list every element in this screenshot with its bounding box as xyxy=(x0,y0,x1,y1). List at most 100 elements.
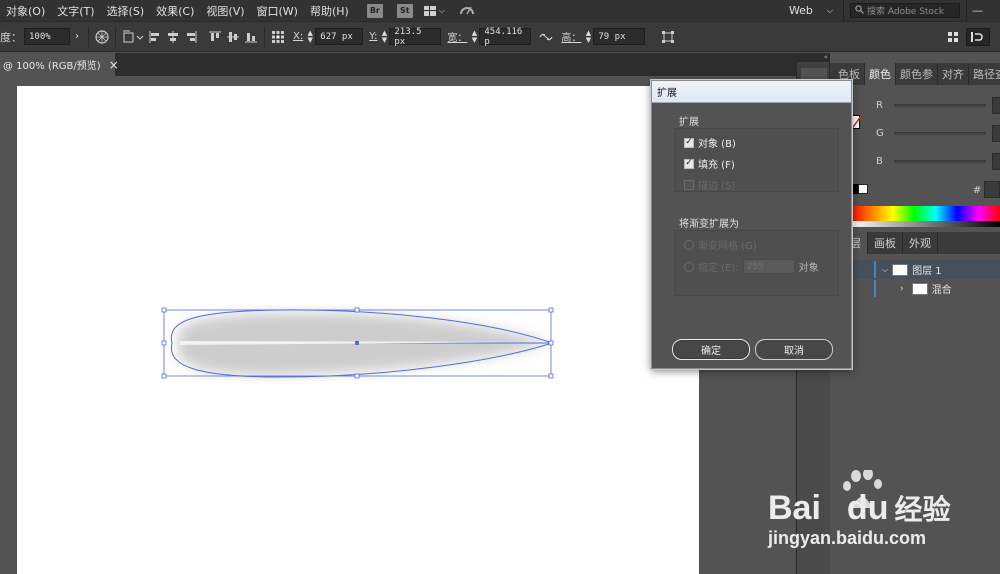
workspace-label: Web xyxy=(788,4,813,17)
menu-select[interactable]: 选择(S) xyxy=(101,3,151,19)
menu-bar: 对象(O) 文字(T) 选择(S) 效果(C) 视图(V) 窗口(W) 帮助(H… xyxy=(0,0,1000,21)
search-placeholder: 搜索 Adobe Stock xyxy=(867,7,945,17)
chevron-right-icon[interactable]: › xyxy=(900,284,904,294)
stock-search-input[interactable]: 搜索 Adobe Stock xyxy=(850,3,960,18)
tab-pathfinder[interactable]: 路径查 xyxy=(969,63,1000,85)
reference-point-icon[interactable] xyxy=(269,28,287,46)
bridge-button[interactable]: Br xyxy=(366,3,383,18)
transform-icon[interactable] xyxy=(659,28,677,46)
arrange-grid-icon xyxy=(423,5,436,16)
checkbox-checked-icon[interactable]: ✓ xyxy=(684,158,694,169)
x-input[interactable]: 627 px xyxy=(315,28,364,45)
width-input[interactable]: 454.116 p xyxy=(479,27,532,47)
cancel-button[interactable]: 取消 xyxy=(755,339,833,360)
x-spinner-icon[interactable]: ▲ ▼ xyxy=(305,28,315,45)
checkbox-checked-icon[interactable]: ✓ xyxy=(684,137,694,148)
search-icon xyxy=(855,4,864,17)
tab-color-guide[interactable]: 颜色参 xyxy=(896,63,938,85)
x-label: X: xyxy=(293,31,304,42)
document-title: @ 100% (RGB/预览) xyxy=(3,61,101,72)
close-icon[interactable]: × xyxy=(109,58,119,72)
blend-object[interactable] xyxy=(160,305,556,381)
menu-type[interactable]: 文字(T) xyxy=(51,3,100,19)
tab-color[interactable]: 颜色 xyxy=(865,63,896,85)
layers-panel-tabs: 层 画板 外观 xyxy=(830,232,1000,254)
panel-grid-icon[interactable] xyxy=(944,28,962,46)
align-top-icon[interactable] xyxy=(206,28,224,46)
align-hcenter-icon[interactable] xyxy=(164,28,182,46)
gpu-performance-icon[interactable] xyxy=(459,2,475,19)
specify-unit: 对象 xyxy=(798,263,819,274)
tab-appearance[interactable]: 外观 xyxy=(903,232,938,254)
radio-icon[interactable] xyxy=(684,239,694,250)
y-spinner-icon[interactable]: ▲ ▼ xyxy=(379,28,389,45)
stroke-checkbox[interactable]: 描边 (S) xyxy=(684,177,735,192)
arrange-documents-button[interactable]: ⌵ xyxy=(423,5,445,16)
align-to-icon[interactable] xyxy=(120,28,146,46)
opacity-input[interactable]: 100% xyxy=(24,28,70,45)
chevron-down-icon: ⌵ xyxy=(438,5,445,15)
align-vcenter-icon[interactable] xyxy=(224,28,242,46)
constrain-proportions-icon[interactable] xyxy=(537,28,555,46)
layer-row[interactable]: ⌵ 图层 1 xyxy=(830,260,1000,279)
radio-icon[interactable] xyxy=(684,261,694,272)
stock-button[interactable]: St xyxy=(396,3,413,18)
align-right-icon[interactable] xyxy=(182,28,200,46)
fill-checkbox[interactable]: ✓ 填充 (F) xyxy=(684,156,735,171)
object-checkbox[interactable]: ✓ 对象 (B) xyxy=(684,135,736,150)
checkbox-unchecked-icon[interactable] xyxy=(684,179,694,190)
panel-menu-icon[interactable] xyxy=(966,27,990,46)
layer-name: 混合 xyxy=(931,285,952,296)
color-spectrum[interactable] xyxy=(850,206,1000,222)
menu-object[interactable]: 对象(O) xyxy=(0,3,51,19)
height-label: 高： xyxy=(561,33,582,44)
color-channel-g[interactable]: G xyxy=(876,125,1000,142)
layer-name: 图层 1 xyxy=(912,266,942,277)
control-bar: 度： 100% › X: ▲ ▼ 627 px Y: ▲ ▼ 213.5 px 宽：… xyxy=(0,21,1000,52)
white-swatch[interactable] xyxy=(858,184,868,194)
expand-dialog: 扩展 扩展 ✓ 对象 (B) ✓ 填充 (F) 描边 (S) 将渐变扩展为 渐变… xyxy=(651,80,852,369)
gradient-group-label: 将渐变扩展为 xyxy=(679,219,739,230)
dialog-title: 扩展 xyxy=(652,81,851,103)
maximize-icon[interactable] xyxy=(988,0,1000,21)
y-input[interactable]: 213.5 px xyxy=(389,27,442,47)
menu-effect[interactable]: 效果(C) xyxy=(150,3,200,19)
y-label: Y: xyxy=(369,31,378,42)
color-channel-r[interactable]: R xyxy=(876,97,1000,114)
menu-window[interactable]: 窗口(W) xyxy=(251,3,304,19)
ok-button[interactable]: 确定 xyxy=(672,339,750,360)
chevron-down-icon: ⌵ xyxy=(826,5,833,15)
grayscale-ramp[interactable] xyxy=(850,221,1000,227)
workspace-switcher[interactable]: Web ⌵ xyxy=(781,0,844,21)
hex-input[interactable] xyxy=(984,181,1000,198)
opacity-chevron-icon[interactable]: › xyxy=(70,28,84,45)
align-bottom-icon[interactable] xyxy=(242,28,260,46)
tab-artboards[interactable]: 画板 xyxy=(868,232,903,254)
gradient-mesh-radio[interactable]: 渐变网格 (G) xyxy=(684,237,757,252)
document-tab-row: @ 100% (RGB/预览) × xyxy=(0,53,820,76)
hex-label: # xyxy=(973,185,982,196)
layer-thumbnail xyxy=(892,263,909,276)
menu-help[interactable]: 帮助(H) xyxy=(304,3,355,19)
layer-thumbnail xyxy=(911,282,928,295)
expand-group-label: 扩展 xyxy=(679,117,699,128)
recolor-artwork-icon[interactable] xyxy=(93,28,111,46)
color-panel-tabs: 色板 颜色 颜色参 对齐 路径查 xyxy=(830,63,1000,85)
height-input[interactable]: 79 px xyxy=(593,28,646,45)
chevron-down-icon[interactable]: ⌵ xyxy=(882,265,888,275)
layer-row[interactable]: › 混合 xyxy=(830,279,1000,298)
color-channel-b[interactable]: B xyxy=(876,153,1000,170)
document-tab[interactable]: @ 100% (RGB/预览) × xyxy=(0,53,119,76)
specify-objects-input[interactable]: 255 xyxy=(742,259,795,274)
width-label: 宽： xyxy=(447,33,468,44)
right-panel: 色板 颜色 颜色参 对齐 路径查 R G B # xyxy=(830,53,1000,574)
width-spinner-icon[interactable]: ▲ ▼ xyxy=(469,28,479,45)
menu-view[interactable]: 视图(V) xyxy=(200,3,250,19)
tab-align[interactable]: 对齐 xyxy=(938,63,969,85)
align-left-icon[interactable] xyxy=(146,28,164,46)
dock-collapse-icon[interactable]: « xyxy=(796,53,830,62)
height-spinner-icon[interactable]: ▲ ▼ xyxy=(583,28,593,45)
opacity-label: 度： xyxy=(0,30,22,44)
minimize-icon[interactable]: — xyxy=(966,0,988,21)
specify-radio[interactable]: 指定 (E): 255 对象 xyxy=(684,259,819,274)
